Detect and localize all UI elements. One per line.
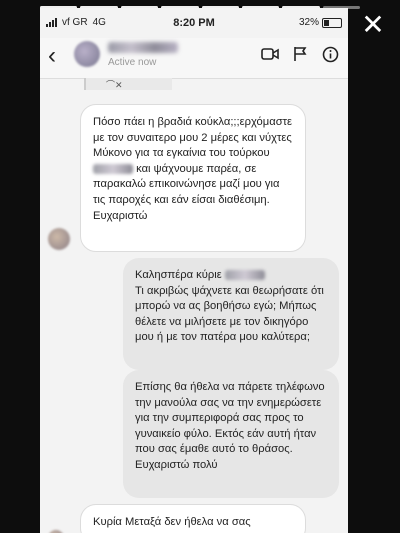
redacted-name bbox=[224, 270, 265, 281]
contact-name-redacted[interactable] bbox=[108, 42, 178, 53]
message-text-continued: Τι ακριβώς ψάχνετε και θεωρήσατε ότι μπο… bbox=[135, 284, 324, 344]
activity-status: Active now bbox=[108, 57, 157, 68]
message-text: Καλησπέρα κύριε bbox=[135, 269, 222, 281]
chat-header: ‹ Active now bbox=[40, 38, 348, 79]
message-outgoing[interactable]: Επίσης θα ήθελα να πάρετε τηλέφωνο την μ… bbox=[123, 370, 339, 498]
header-actions bbox=[260, 44, 340, 64]
status-bar: vf GR 4G 8:20 PM 32% bbox=[40, 14, 348, 32]
message-text: Επίσης θα ήθελα να πάρετε τηλέφωνο την μ… bbox=[135, 381, 325, 471]
message-incoming[interactable]: Πόσο πάει η βραδιά κούκλα;;;ερχόμαστε με… bbox=[80, 104, 306, 252]
message-incoming[interactable]: Κυρία Μεταξά δεν ήθελα να σας bbox=[80, 504, 306, 533]
flag-icon[interactable] bbox=[290, 44, 310, 64]
video-call-icon[interactable] bbox=[260, 44, 280, 64]
message-thread: ⌒✕ Πόσο πάει η βραδιά κούκλα;;;ερχόμαστε… bbox=[40, 78, 348, 533]
redacted-name bbox=[93, 163, 133, 174]
info-icon[interactable] bbox=[320, 44, 340, 64]
back-icon[interactable]: ‹ bbox=[48, 42, 56, 70]
battery-percent: 32% bbox=[298, 17, 319, 28]
close-icon[interactable]: ✕ bbox=[360, 11, 386, 39]
message-text: Κυρία Μεταξά δεν ήθελα να σας bbox=[93, 516, 251, 528]
message-text: Πόσο πάει η βραδιά κούκλα;;;ερχόμαστε με… bbox=[93, 116, 293, 160]
battery-icon bbox=[322, 17, 342, 28]
shared-image-preview[interactable]: ⌒✕ bbox=[84, 78, 172, 90]
sender-avatar[interactable] bbox=[48, 228, 70, 250]
screenshot-frame: vf GR 4G 8:20 PM 32% ‹ Active now ⌒✕ Πόσ… bbox=[40, 8, 348, 533]
message-outgoing[interactable]: Καλησπέρα κύριε Τι ακριβώς ψάχνετε και θ… bbox=[123, 258, 339, 370]
status-right: 32% bbox=[299, 17, 342, 28]
avatar[interactable] bbox=[74, 41, 100, 67]
shared-image-glyph: ⌒✕ bbox=[106, 80, 123, 90]
